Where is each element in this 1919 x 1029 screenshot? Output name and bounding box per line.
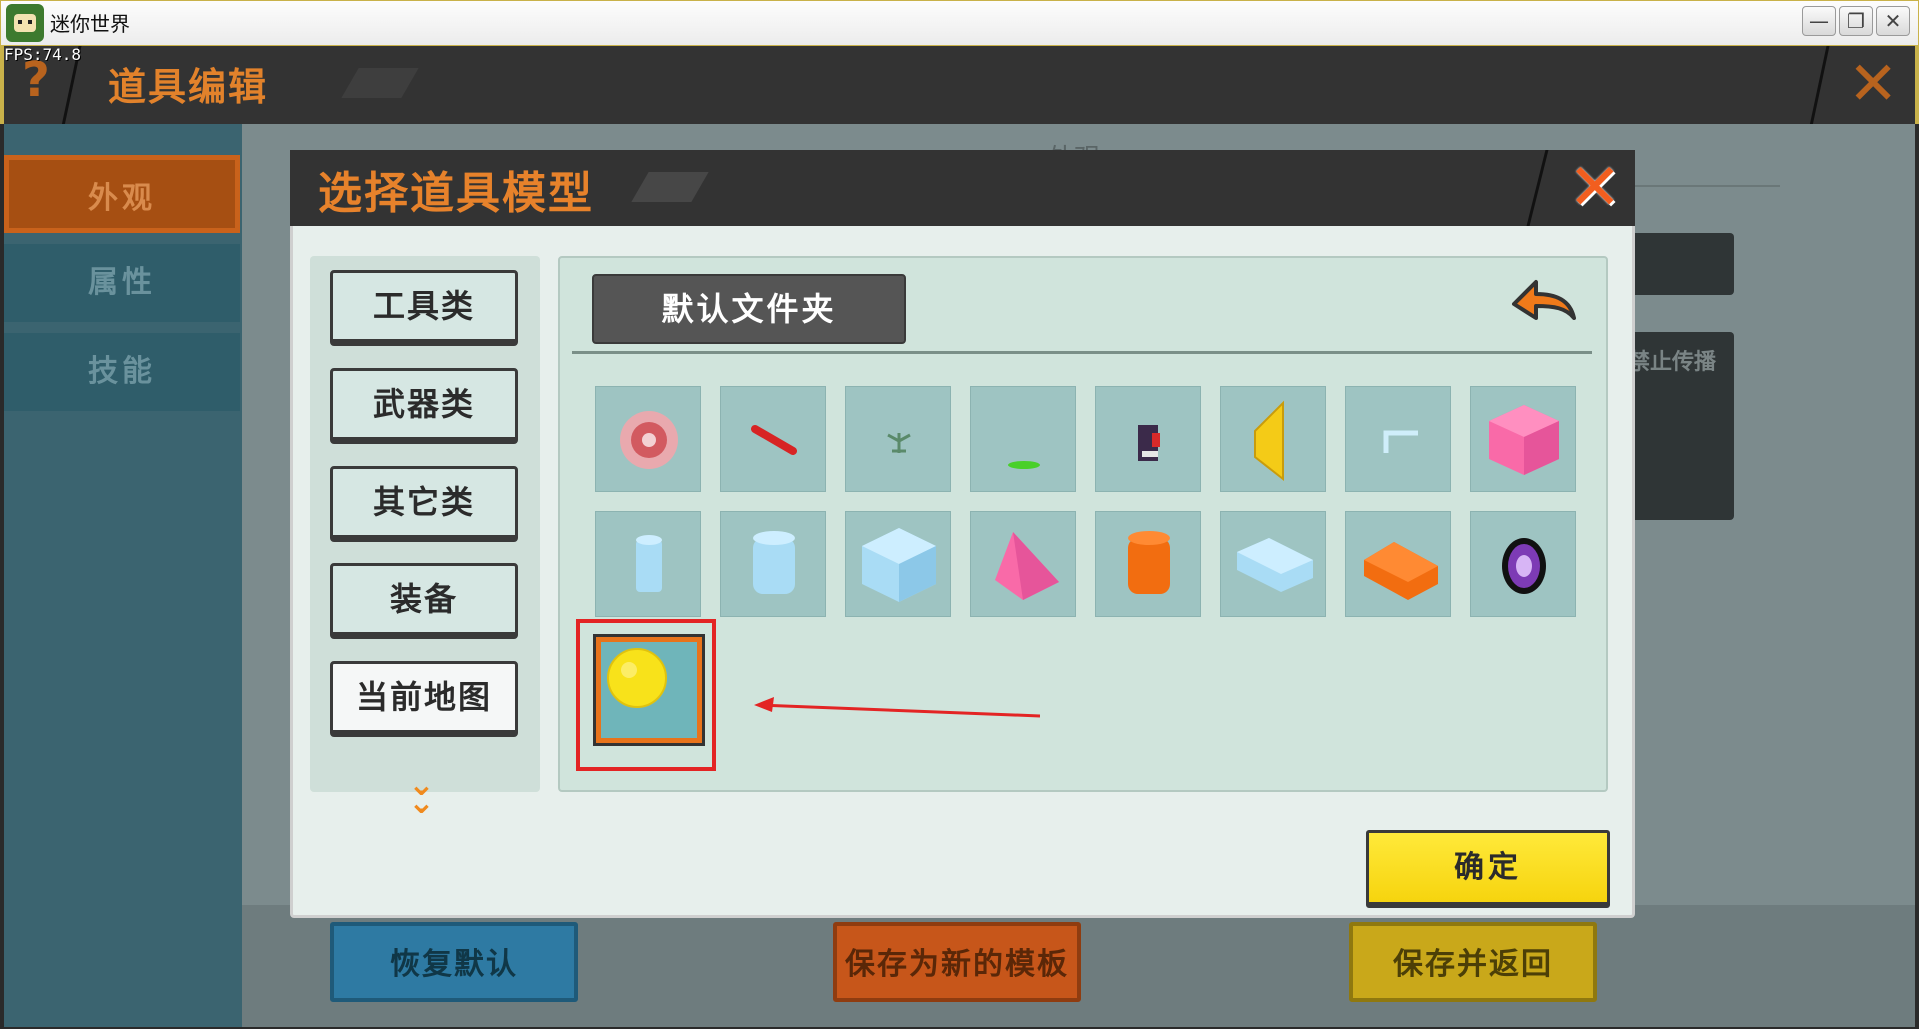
category-weapons[interactable]: 武器类 bbox=[330, 368, 518, 444]
tab-properties[interactable]: 属性 bbox=[4, 244, 240, 322]
category-equipment[interactable]: 装备 bbox=[330, 563, 518, 639]
small-plant-icon bbox=[887, 433, 911, 453]
model-cell[interactable] bbox=[1220, 386, 1326, 492]
orange-beam-icon bbox=[1364, 542, 1438, 600]
blue-cube-icon bbox=[862, 528, 936, 602]
model-cell[interactable] bbox=[1345, 386, 1451, 492]
scroll-down-icon[interactable]: ⌄ ⌄ bbox=[408, 768, 435, 818]
minimize-button[interactable]: — bbox=[1802, 6, 1836, 36]
annotation-arrow bbox=[754, 697, 1040, 718]
page-title: 道具编辑 bbox=[108, 65, 269, 109]
grid-divider bbox=[572, 351, 1592, 354]
orange-cylinder-icon bbox=[1128, 531, 1170, 594]
save-and-return-button[interactable]: 保存并返回 bbox=[1349, 922, 1597, 1002]
app-header bbox=[0, 46, 1919, 124]
window-close-button[interactable]: ✕ bbox=[1876, 6, 1910, 36]
category-others[interactable]: 其它类 bbox=[330, 466, 518, 542]
pink-slope-icon bbox=[995, 532, 1059, 600]
light-blue-pipe-icon bbox=[1383, 430, 1418, 453]
model-cell[interactable] bbox=[595, 511, 701, 617]
category-tools[interactable]: 工具类 bbox=[330, 270, 518, 346]
red-stick-icon bbox=[751, 425, 797, 455]
model-cell[interactable] bbox=[595, 386, 701, 492]
model-cell[interactable] bbox=[970, 386, 1076, 492]
app-logo-icon bbox=[6, 4, 44, 42]
fps-counter: FPS:74.8 bbox=[4, 45, 82, 64]
model-cell[interactable] bbox=[970, 511, 1076, 617]
confirm-button[interactable]: 确定 bbox=[1366, 830, 1610, 908]
window-title: 迷你世界 bbox=[50, 12, 130, 36]
model-cell[interactable] bbox=[845, 511, 951, 617]
restore-button[interactable]: ❐ bbox=[1839, 6, 1873, 36]
yellow-sphere-icon bbox=[607, 648, 667, 708]
model-cell[interactable] bbox=[1220, 511, 1326, 617]
folder-label[interactable]: 默认文件夹 bbox=[592, 274, 906, 344]
model-cell[interactable] bbox=[1470, 386, 1576, 492]
purple-disc-icon bbox=[1502, 538, 1546, 594]
model-cell[interactable] bbox=[720, 386, 826, 492]
dialog-close-button[interactable]: ✕ bbox=[1568, 154, 1622, 222]
model-cell[interactable] bbox=[1095, 511, 1201, 617]
save-as-template-button[interactable]: 保存为新的模板 bbox=[833, 922, 1081, 1002]
tab-appearance[interactable]: 外观 bbox=[4, 155, 240, 233]
blue-thin-cylinder-icon bbox=[636, 535, 662, 592]
pink-cube-icon bbox=[1489, 405, 1559, 475]
model-cell-selected[interactable] bbox=[593, 634, 705, 746]
red-flower-block-icon bbox=[620, 411, 678, 469]
dialog-title: 选择道具模型 bbox=[318, 168, 594, 219]
blue-slab-icon bbox=[1237, 538, 1313, 592]
restore-default-button[interactable]: 恢复默认 bbox=[330, 922, 578, 1002]
model-cell[interactable] bbox=[1095, 386, 1201, 492]
model-cell[interactable] bbox=[845, 386, 951, 492]
tab-skills[interactable]: 技能 bbox=[4, 333, 240, 411]
model-cell[interactable] bbox=[1345, 511, 1451, 617]
window-titlebar bbox=[0, 0, 1919, 46]
back-arrow-icon[interactable] bbox=[1508, 274, 1580, 336]
green-disc-icon bbox=[1008, 461, 1040, 469]
dark-figure-icon bbox=[1138, 425, 1160, 461]
background-field bbox=[1620, 233, 1734, 295]
blue-cylinder-icon bbox=[753, 531, 795, 594]
model-cell[interactable] bbox=[720, 511, 826, 617]
model-cell[interactable] bbox=[1470, 511, 1576, 617]
category-current-map[interactable]: 当前地图 bbox=[330, 661, 518, 737]
yellow-wedge-icon bbox=[1254, 400, 1284, 482]
background-panel-label: 禁止传播 bbox=[1628, 350, 1717, 375]
header-close-icon[interactable]: ✕ bbox=[1848, 52, 1898, 116]
